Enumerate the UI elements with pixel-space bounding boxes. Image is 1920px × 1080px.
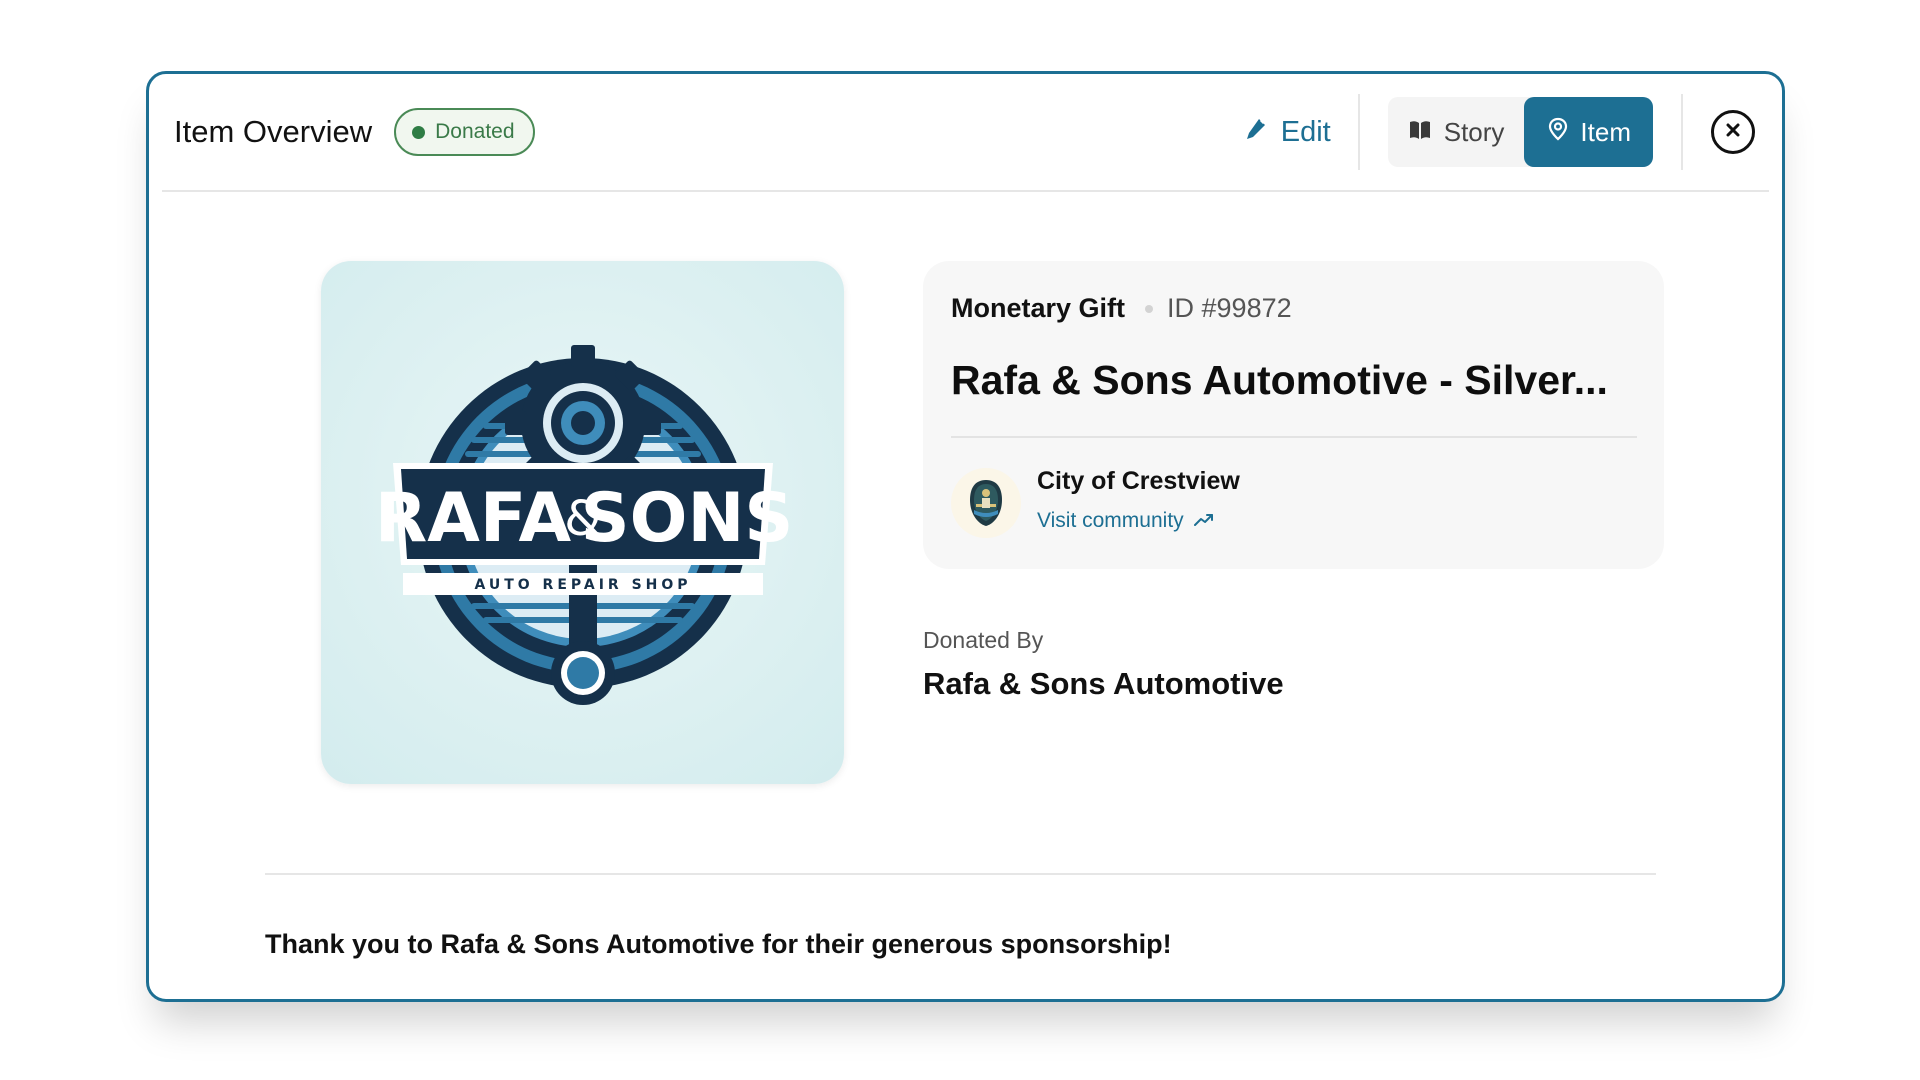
edit-label: Edit xyxy=(1280,115,1331,148)
logo-text-right: SONS xyxy=(580,479,792,558)
item-info-card: Monetary Gift ID #99872 Rafa & Sons Auto… xyxy=(923,261,1664,569)
tab-item-label: Item xyxy=(1580,116,1631,147)
tab-story[interactable]: Story xyxy=(1388,97,1525,167)
logo-tagline: AUTO REPAIR SHOP xyxy=(474,577,691,593)
item-image: RAFA & SONS AUTO REPAIR SHOP xyxy=(321,261,844,784)
close-button[interactable] xyxy=(1711,110,1755,154)
donated-by-label: Donated By xyxy=(923,627,1044,653)
item-overview-modal: Item Overview Donated Edit Story Item RA… xyxy=(146,71,1785,1002)
gift-type: Monetary Gift xyxy=(951,293,1126,323)
community-avatar[interactable] xyxy=(951,468,1021,538)
book-icon xyxy=(1408,117,1432,148)
edit-button[interactable]: Edit xyxy=(1245,116,1331,149)
donor-name: Rafa & Sons Automotive xyxy=(923,666,1284,701)
modal-header: Item Overview Donated Edit Story Item xyxy=(162,74,1769,192)
visit-community-label: Visit community xyxy=(1037,509,1184,532)
modal-title: Item Overview xyxy=(174,114,373,149)
visit-community-link[interactable]: Visit community xyxy=(1037,509,1214,533)
map-pin-icon xyxy=(1548,117,1568,148)
view-toggle: Story Item xyxy=(1387,97,1653,167)
status-dot-icon xyxy=(412,125,426,139)
header-divider xyxy=(1681,94,1683,170)
community-name: City of Crestview xyxy=(1037,467,1240,495)
card-divider xyxy=(951,436,1637,438)
rafa-sons-logo: RAFA & SONS AUTO REPAIR SHOP xyxy=(374,344,793,705)
logo-text-left: RAFA xyxy=(374,479,571,558)
trending-up-icon xyxy=(1193,509,1214,533)
item-id: ID #99872 xyxy=(1167,293,1292,323)
community-seal-icon xyxy=(970,480,1002,526)
close-icon xyxy=(1725,122,1741,143)
close-wrapper xyxy=(1711,110,1755,154)
content-divider xyxy=(265,873,1656,875)
header-divider xyxy=(1357,94,1360,170)
pencil-icon xyxy=(1245,116,1267,149)
tab-item[interactable]: Item xyxy=(1524,97,1653,167)
meta-separator xyxy=(1145,304,1154,313)
thank-you-message: Thank you to Rafa & Sons Automotive for … xyxy=(265,929,1172,959)
status-badge-label: Donated xyxy=(435,120,515,143)
item-name: Rafa & Sons Automotive - Silver... xyxy=(951,357,1608,403)
tab-story-label: Story xyxy=(1443,116,1505,147)
item-meta: Monetary Gift ID #99872 xyxy=(951,293,1292,324)
status-badge: Donated xyxy=(394,108,535,156)
